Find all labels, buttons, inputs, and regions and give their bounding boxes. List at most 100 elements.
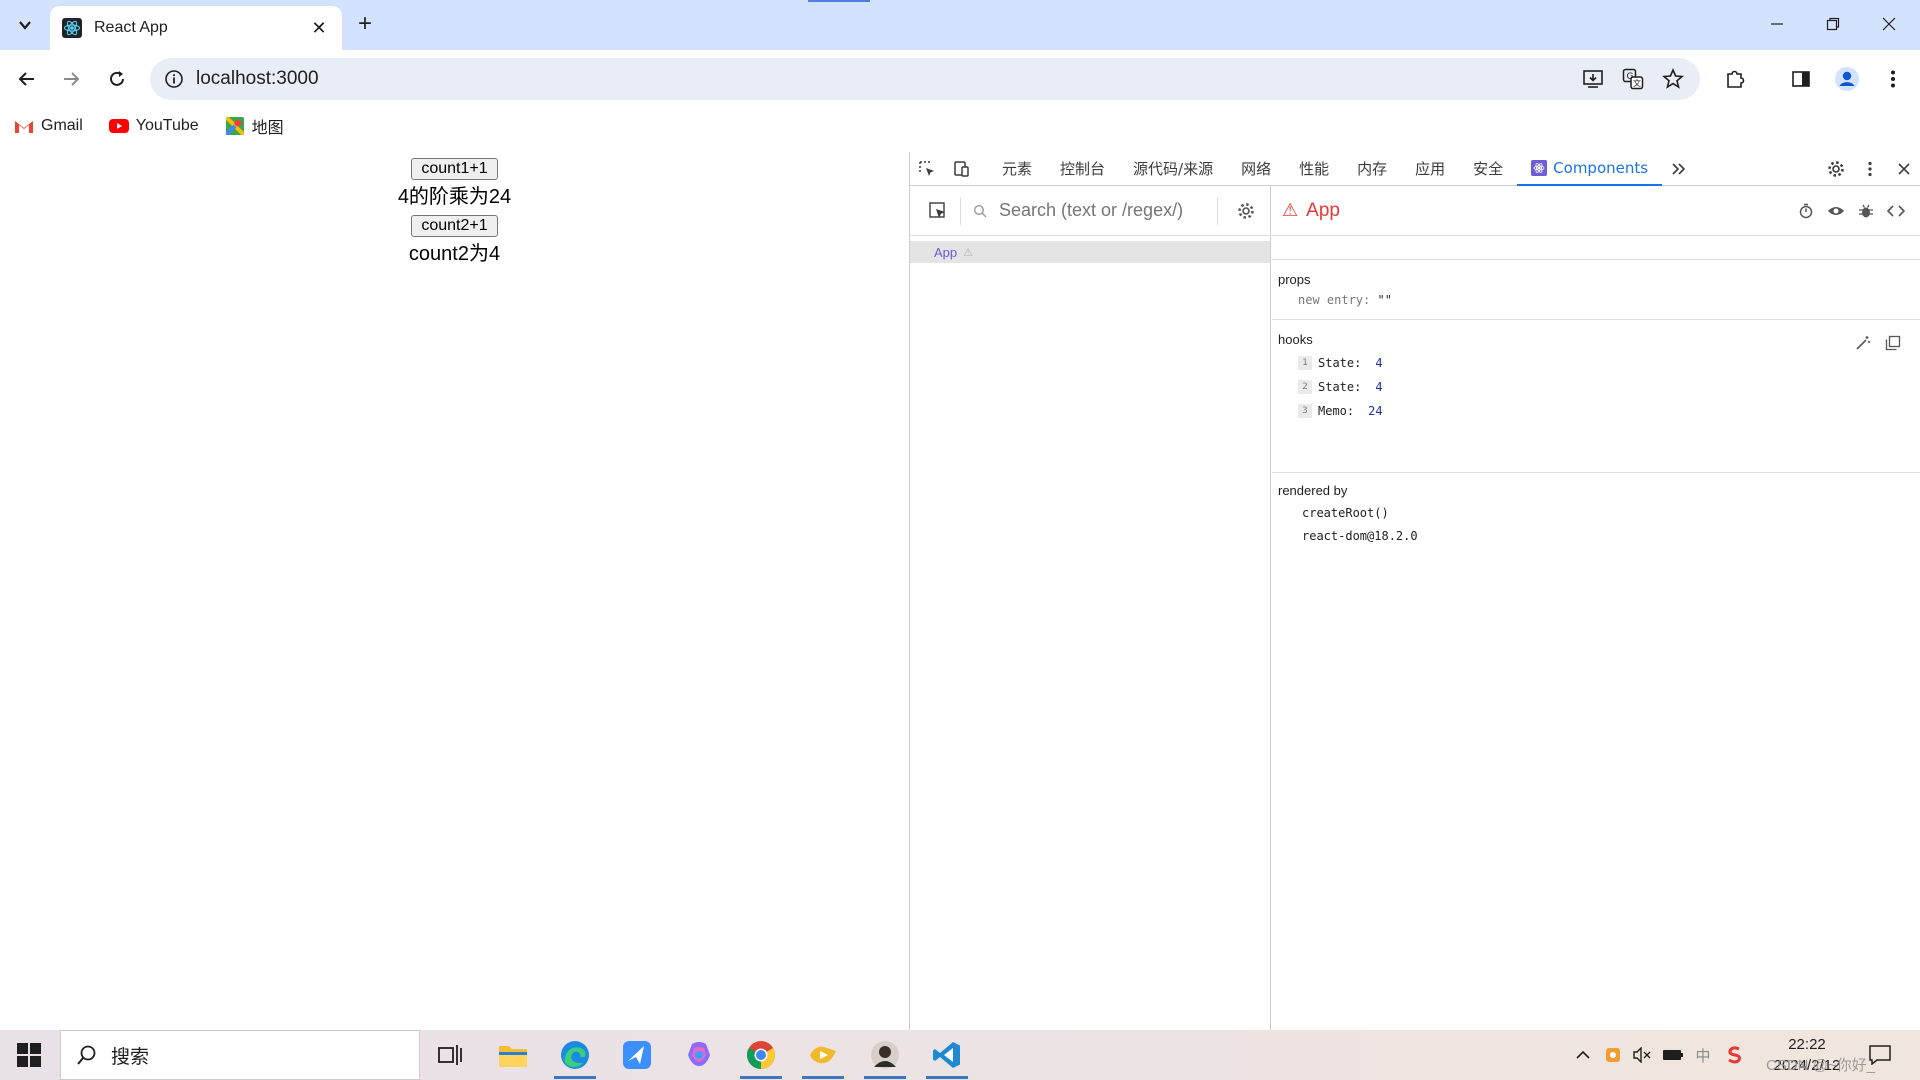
bookmark-gmail[interactable]: Gmail xyxy=(14,116,83,136)
separator xyxy=(960,196,961,225)
stopwatch-icon xyxy=(1799,203,1813,219)
reload-button[interactable] xyxy=(102,64,132,94)
translate-button[interactable]: G文 xyxy=(1618,64,1648,94)
devtools-close-button[interactable] xyxy=(1887,152,1920,186)
copy-hooks-button[interactable] xyxy=(1882,332,1904,354)
props-value: "" xyxy=(1377,293,1392,307)
restore-button[interactable] xyxy=(1810,8,1856,40)
address-bar[interactable]: localhost:3000 xyxy=(150,58,1700,100)
hook-name: State: xyxy=(1318,356,1362,370)
bookmarks-bar: Gmail YouTube 地图 xyxy=(0,108,1920,144)
bookmark-maps[interactable]: 地图 xyxy=(225,114,284,138)
inspector-badge-row xyxy=(1272,236,1920,260)
bookmark-youtube[interactable]: YouTube xyxy=(108,116,199,136)
tab-memory[interactable]: 内存 xyxy=(1343,152,1401,186)
new-tab-button[interactable]: + xyxy=(352,12,378,38)
rendered-by-section: rendered by createRoot() react-dom@18.2.… xyxy=(1272,483,1920,548)
browser-tab[interactable]: React App ✕ xyxy=(50,6,342,50)
show-hidden-icons-button[interactable] xyxy=(1572,1044,1594,1066)
hook-row[interactable]: 2 State: 4 xyxy=(1272,375,1920,399)
tab-components[interactable]: Components xyxy=(1517,152,1663,186)
install-app-button[interactable] xyxy=(1578,64,1608,94)
bookmark-star-button[interactable] xyxy=(1658,64,1688,94)
taskbar-file-explorer[interactable] xyxy=(488,1035,538,1075)
tree-item-app[interactable]: App ⚠ xyxy=(910,241,1270,263)
info-icon[interactable] xyxy=(164,69,184,89)
parse-hook-names-button[interactable] xyxy=(1852,332,1874,354)
hook-row[interactable]: 1 State: 4 xyxy=(1272,351,1920,375)
count1-increment-button[interactable]: count1+1 xyxy=(411,158,498,180)
side-panel-button[interactable] xyxy=(1786,64,1816,94)
taskbar-search-text: 搜索 xyxy=(111,1045,150,1068)
tab-security[interactable]: 安全 xyxy=(1459,152,1517,186)
component-search-row xyxy=(910,186,1271,236)
inspect-element-button[interactable] xyxy=(910,152,944,186)
tray-app-icon xyxy=(1606,1048,1620,1062)
suspend-button[interactable] xyxy=(1794,199,1818,223)
component-settings-button[interactable] xyxy=(1234,199,1258,223)
tab-network[interactable]: 网络 xyxy=(1227,152,1285,186)
taskbar-app-avatar[interactable] xyxy=(860,1035,910,1079)
count2-increment-button[interactable]: count2+1 xyxy=(411,215,498,237)
taskbar-mail-app[interactable] xyxy=(612,1035,662,1075)
devtools-settings-button[interactable] xyxy=(1819,152,1853,186)
bookmark-label: Gmail xyxy=(41,117,83,134)
browser-menu-button[interactable] xyxy=(1878,64,1908,94)
hook-value[interactable]: 4 xyxy=(1375,380,1382,394)
component-tree-pane: App ⚠ xyxy=(910,186,1271,1030)
select-element-button[interactable] xyxy=(924,197,952,225)
ime-indicator[interactable]: 中 xyxy=(1692,1044,1714,1066)
tab-search-button[interactable] xyxy=(10,10,40,40)
arrow-left-icon xyxy=(18,72,34,86)
install-icon xyxy=(1583,70,1603,88)
devtools-menu-button[interactable] xyxy=(1853,152,1887,186)
bookmark-label: 地图 xyxy=(251,120,284,137)
tab-title: React App xyxy=(94,19,168,36)
minimize-button[interactable] xyxy=(1754,8,1800,40)
more-tabs-button[interactable] xyxy=(1662,152,1696,186)
tray-app-icon[interactable] xyxy=(1602,1044,1624,1066)
props-new-entry[interactable]: new entry: "" xyxy=(1272,293,1920,307)
taskbar-chrome[interactable] xyxy=(736,1035,786,1079)
hook-value[interactable]: 4 xyxy=(1375,356,1382,370)
tab-application[interactable]: 应用 xyxy=(1401,152,1459,186)
react-icon xyxy=(62,18,82,38)
view-source-button[interactable] xyxy=(1884,199,1908,223)
tab-console[interactable]: 控制台 xyxy=(1046,152,1119,186)
close-tab-icon[interactable]: ✕ xyxy=(308,18,330,39)
youtube-icon xyxy=(108,116,129,136)
taskbar-vscode[interactable] xyxy=(922,1035,972,1079)
close-icon xyxy=(1882,17,1896,31)
hook-value: 24 xyxy=(1368,404,1383,418)
extensions-button[interactable] xyxy=(1720,64,1750,94)
minimize-icon xyxy=(1771,23,1783,25)
inspect-dom-button[interactable] xyxy=(1824,199,1848,223)
inspect-icon xyxy=(919,160,934,176)
component-search-input[interactable] xyxy=(999,200,1209,221)
tab-performance[interactable]: 性能 xyxy=(1285,152,1343,186)
sogou-icon xyxy=(1728,1046,1741,1064)
battery-icon xyxy=(1663,1050,1683,1060)
taskbar-search-box[interactable]: 搜索 xyxy=(60,1030,420,1080)
tab-elements[interactable]: 元素 xyxy=(988,152,1046,186)
notification-center-button[interactable] xyxy=(1866,1042,1894,1068)
taskbar-edge[interactable] xyxy=(550,1035,600,1079)
volume-button[interactable] xyxy=(1630,1044,1654,1066)
windows-start-icon[interactable] xyxy=(16,1042,42,1068)
log-to-console-button[interactable] xyxy=(1854,199,1878,223)
taskbar-copilot[interactable] xyxy=(674,1035,724,1075)
device-toolbar-button[interactable] xyxy=(944,152,978,186)
hook-row[interactable]: 3 Memo: 24 xyxy=(1272,399,1920,423)
separator xyxy=(1217,196,1218,225)
avatar-icon xyxy=(1835,67,1859,91)
back-button[interactable] xyxy=(12,64,42,94)
profile-button[interactable] xyxy=(1832,64,1862,94)
tab-sources[interactable]: 源代码/来源 xyxy=(1119,152,1227,186)
close-window-button[interactable] xyxy=(1866,8,1912,40)
battery-button[interactable] xyxy=(1660,1044,1686,1066)
forward-button[interactable] xyxy=(56,64,86,94)
task-view-button[interactable] xyxy=(425,1035,475,1075)
tray-app-red[interactable] xyxy=(1724,1044,1746,1066)
taskbar-app-yellow[interactable] xyxy=(798,1035,848,1079)
tab-components-label: Components xyxy=(1553,158,1649,177)
